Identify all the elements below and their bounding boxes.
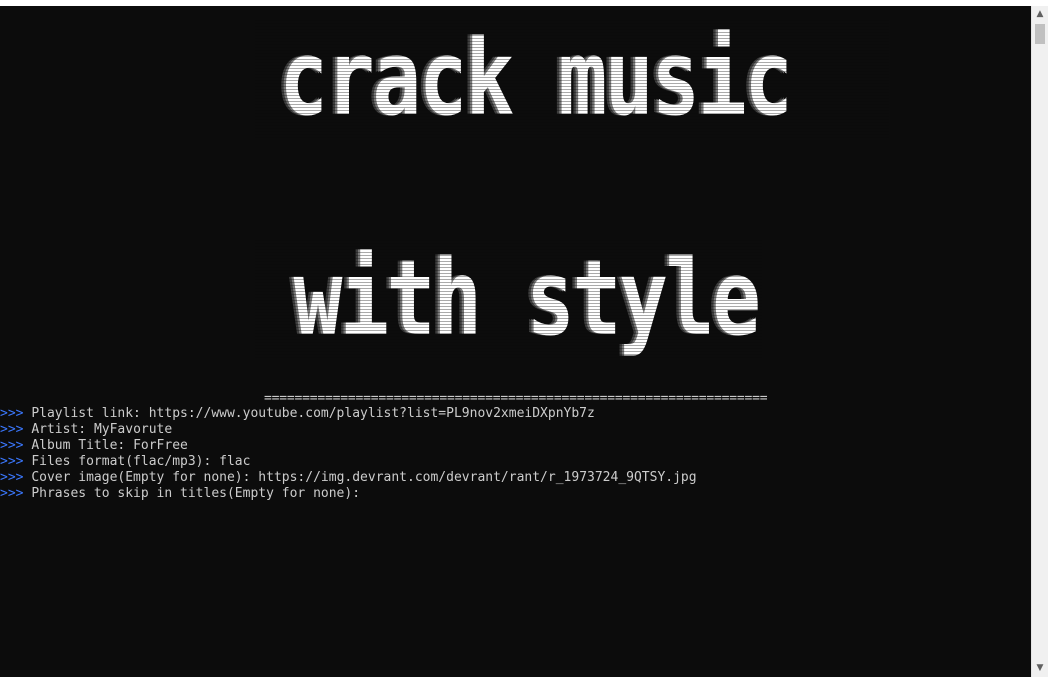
scroll-down-button[interactable]: ▼ (1032, 660, 1048, 677)
prompt-value: https://www.youtube.com/playlist?list=PL… (148, 406, 595, 421)
scroll-thumb[interactable] (1035, 24, 1045, 44)
scroll-up-button[interactable]: ▲ (1032, 6, 1048, 23)
prompt-chevron: >>> (0, 406, 24, 421)
vertical-scrollbar[interactable]: ▲ ▼ (1031, 6, 1048, 677)
prompt-label: Album Title: (31, 438, 126, 453)
separator-line: ========================================… (264, 391, 768, 406)
prompt-value: flac (219, 454, 251, 469)
prompt-label: Playlist link: (31, 406, 141, 421)
prompt-chevron: >>> (0, 486, 24, 501)
prompt-cover-image: >>> Cover image(Empty for none): https:/… (0, 470, 1031, 486)
prompt-label: Artist: (31, 422, 87, 437)
prompt-label: Files format(flac/mp3): (31, 454, 212, 469)
triangle-down-icon: ▼ (1036, 663, 1044, 673)
terminal-window[interactable]: crack music with style =================… (0, 6, 1031, 677)
prompt-value: MyFavorute (93, 422, 173, 437)
ascii-banner-line-1: crack music (115, 18, 938, 138)
prompt-album-title: >>> Album Title: ForFree (0, 438, 1031, 454)
ascii-banner-line-2: with style (114, 238, 929, 358)
prompt-artist: >>> Artist: MyFavorute (0, 422, 1031, 438)
prompt-chevron: >>> (0, 422, 24, 437)
prompt-playlist-link: >>> Playlist link: https://www.youtube.c… (0, 406, 1031, 422)
prompt-chevron: >>> (0, 454, 24, 469)
prompt-files-format: >>> Files format(flac/mp3): flac (0, 454, 1031, 470)
prompt-chevron: >>> (0, 438, 24, 453)
prompt-list: >>> Playlist link: https://www.youtube.c… (0, 406, 1031, 502)
prompt-value: ForFree (133, 438, 188, 453)
prompt-chevron: >>> (0, 470, 24, 485)
prompt-label: Phrases to skip in titles(Empty for none… (31, 486, 361, 501)
prompt-value: https://img.devrant.com/devrant/rant/r_1… (258, 470, 697, 485)
prompt-skip-phrases[interactable]: >>> Phrases to skip in titles(Empty for … (0, 486, 1031, 502)
triangle-up-icon: ▲ (1036, 9, 1044, 19)
prompt-label: Cover image(Empty for none): (31, 470, 251, 485)
